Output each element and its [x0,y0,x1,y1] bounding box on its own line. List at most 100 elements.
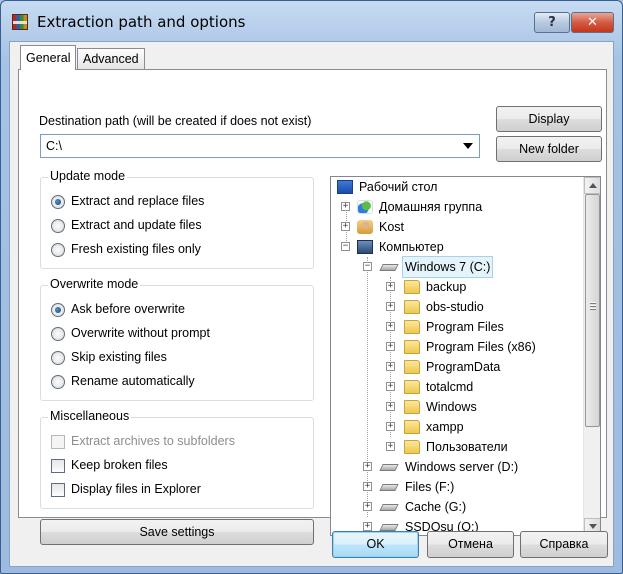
help-button[interactable]: Справка [520,531,608,558]
dialog-client: General Advanced Destination path (will … [9,41,614,567]
new-folder-button[interactable]: New folder [496,136,602,162]
scrollbar-thumb[interactable] [585,194,600,427]
expand-plus-icon[interactable]: + [386,362,395,371]
destination-path-label: Destination path (will be created if doe… [39,114,312,128]
radio-label: Extract and update files [71,218,202,232]
expand-plus-icon[interactable]: + [363,482,372,491]
display-button[interactable]: Display [496,106,602,132]
tree-item-label: Program Files [426,320,504,334]
tree-item-label: backup [426,280,467,294]
radio-button-icon[interactable] [51,375,65,389]
checkbox-icon[interactable] [51,483,65,497]
tab-general[interactable]: General [20,45,77,70]
tree-vertical-scrollbar[interactable] [583,177,600,535]
folder-icon [404,320,420,334]
grip-icon [590,302,596,310]
update-mode-group: Update mode Extract and replace files Ex… [40,169,314,269]
save-settings-button[interactable]: Save settings [40,519,314,545]
radio-label: Overwrite without prompt [71,326,210,340]
radio-button-icon[interactable] [51,327,65,341]
collapse-minus-icon[interactable]: − [341,242,350,251]
help-title-button[interactable]: ? [534,12,570,33]
checkbox-icon[interactable] [51,459,65,473]
folder-tree[interactable]: Рабочий стол + Домашняя группа + Kost − … [330,176,601,536]
checkbox-label: Extract archives to subfolders [71,434,235,448]
tree-guide-line [367,257,368,517]
folder-icon [404,420,420,434]
ok-button[interactable]: OK [332,531,419,558]
folder-icon [404,280,420,294]
expand-plus-icon[interactable]: + [341,202,350,211]
tree-item-label: Kost [379,220,405,234]
expand-plus-icon[interactable]: + [386,322,395,331]
dropdown-arrow-icon[interactable] [463,143,473,149]
folder-icon [404,380,420,394]
user-folder-icon [357,220,373,234]
tab-advanced[interactable]: Advanced [77,48,145,70]
destination-path-combobox[interactable]: C:\ [40,134,480,158]
tree-item-label: totalcmd [426,380,474,394]
folder-icon [404,400,420,414]
general-tab-panel: Destination path (will be created if doe… [18,69,607,545]
winrar-app-icon [12,14,28,30]
folder-icon [404,360,420,374]
checkbox-label: Keep broken files [71,458,168,472]
expand-plus-icon[interactable]: + [386,422,395,431]
expand-plus-icon[interactable]: + [386,442,395,451]
expand-plus-icon[interactable]: + [341,222,350,231]
tree-item-label: Windows [426,400,477,414]
overwrite-mode-title: Overwrite mode [48,277,141,291]
tree-item-label: obs-studio [426,300,484,314]
checkbox-label: Display files in Explorer [71,482,201,496]
computer-icon [357,240,373,254]
update-mode-title: Update mode [48,169,128,183]
drive-icon [379,264,399,271]
window-title: Extraction path and options [37,13,246,31]
expand-plus-icon[interactable]: + [386,402,395,411]
radio-label: Extract and replace files [71,194,205,208]
expand-plus-icon[interactable]: + [363,462,372,471]
tree-item-label: Cache (G:) [405,500,467,514]
drive-icon [379,524,399,531]
tree-item-label: Домашняя группа [379,200,483,214]
checkbox-icon [51,435,65,449]
collapse-minus-icon[interactable]: − [363,262,372,271]
expand-plus-icon[interactable]: + [363,522,372,531]
overwrite-mode-group: Overwrite mode Ask before overwrite Over… [40,277,314,401]
drive-icon [379,484,399,491]
folder-icon [404,340,420,354]
radio-label: Fresh existing files only [71,242,201,256]
tree-item-label: Files (F:) [405,480,455,494]
radio-label: Skip existing files [71,350,167,364]
radio-button-icon[interactable] [51,351,65,365]
folder-icon [404,300,420,314]
radio-button-icon[interactable] [51,243,65,257]
miscellaneous-group: Miscellaneous Extract archives to subfol… [40,409,314,509]
radio-label: Ask before overwrite [71,302,185,316]
miscellaneous-title: Miscellaneous [48,409,132,423]
close-button[interactable]: ✕ [571,12,614,33]
scroll-up-arrow-icon[interactable] [584,177,600,194]
tree-item-label: Компьютер [379,240,444,254]
tree-item-label: Windows server (D:) [405,460,519,474]
tree-item-label: Windows 7 (C:) [401,256,494,278]
expand-plus-icon[interactable]: + [386,302,395,311]
desktop-icon [337,180,353,194]
expand-plus-icon[interactable]: + [386,342,395,351]
radio-label: Rename automatically [71,374,195,388]
expand-plus-icon[interactable]: + [363,502,372,511]
tree-item-label: Program Files (x86) [426,340,536,354]
radio-button-icon[interactable] [51,219,65,233]
tree-item-label: Рабочий стол [359,180,438,194]
title-bar[interactable]: Extraction path and options ? ✕ [1,1,622,41]
tree-item-label: ProgramData [426,360,501,374]
folder-icon [404,440,420,454]
drive-icon [379,504,399,511]
drive-icon [379,464,399,471]
cancel-button[interactable]: Отмена [427,531,514,558]
expand-plus-icon[interactable]: + [386,282,395,291]
radio-button-icon[interactable] [51,303,65,317]
tree-item-label: xampp [426,420,464,434]
expand-plus-icon[interactable]: + [386,382,395,391]
radio-button-icon[interactable] [51,195,65,209]
